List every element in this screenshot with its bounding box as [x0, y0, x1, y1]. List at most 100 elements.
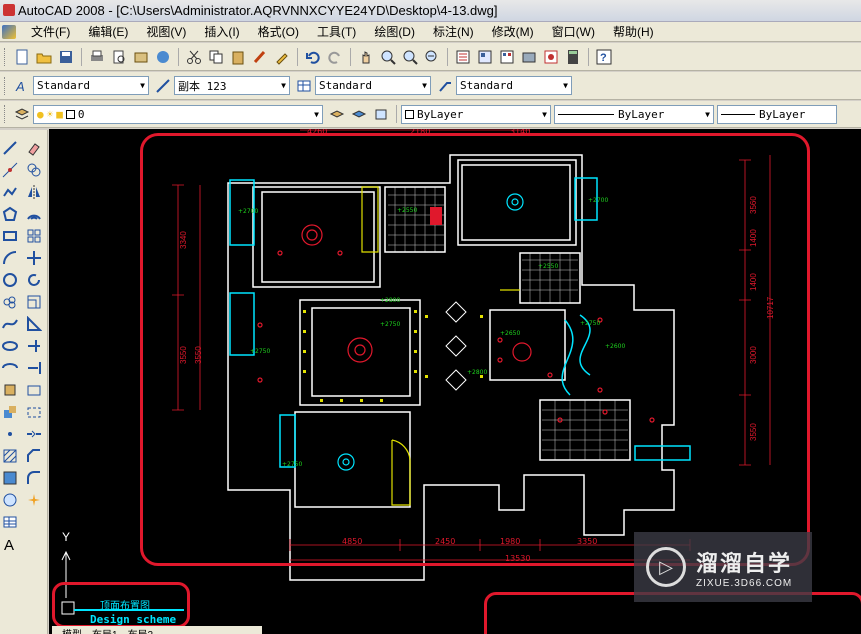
linetype-select[interactable]: ByLayer ▼ — [554, 104, 714, 124]
trim-icon[interactable] — [24, 336, 44, 356]
toolbar-grip[interactable] — [4, 76, 7, 95]
menu-view[interactable]: 视图(V) — [137, 22, 195, 42]
sheet-set-icon[interactable] — [519, 47, 539, 67]
save-icon[interactable] — [56, 47, 76, 67]
rotate-icon[interactable] — [24, 270, 44, 290]
toolbar-separator — [297, 47, 298, 66]
properties-icon[interactable] — [453, 47, 473, 67]
menu-help[interactable]: 帮助(H) — [604, 22, 663, 42]
menu-modify[interactable]: 修改(M) — [483, 22, 543, 42]
match-properties-icon[interactable] — [250, 47, 270, 67]
multileader-style-select[interactable]: Standard ▼ — [456, 76, 572, 95]
polyline-icon[interactable] — [0, 182, 20, 202]
color-select[interactable]: ByLayer ▼ — [401, 104, 551, 124]
make-block-icon[interactable] — [0, 402, 20, 422]
line-icon[interactable] — [0, 138, 20, 158]
table-style-icon[interactable] — [294, 76, 314, 96]
plot-3d-icon[interactable] — [153, 47, 173, 67]
explode-icon[interactable] — [24, 490, 44, 510]
print-icon[interactable] — [87, 47, 107, 67]
lineweight-value: ByLayer — [759, 107, 806, 121]
move-icon[interactable] — [24, 248, 44, 268]
chamfer-icon[interactable] — [24, 446, 44, 466]
spline-icon[interactable] — [0, 314, 20, 334]
toolbar-grip[interactable] — [4, 47, 7, 66]
multiline-text-icon[interactable]: A — [0, 534, 20, 554]
text-style-icon[interactable]: A — [12, 76, 32, 96]
hatch-icon[interactable] — [0, 446, 20, 466]
tool-palettes-icon[interactable] — [497, 47, 517, 67]
join-icon[interactable] — [24, 424, 44, 444]
region-icon[interactable] — [0, 490, 20, 510]
tab-model[interactable]: 模型 — [62, 626, 82, 634]
lineweight-select[interactable]: ByLayer — [717, 104, 837, 124]
erase-icon[interactable] — [24, 138, 44, 158]
scale-icon[interactable] — [24, 292, 44, 312]
cut-icon[interactable] — [184, 47, 204, 67]
gradient-icon[interactable] — [0, 468, 20, 488]
calculator-icon[interactable] — [563, 47, 583, 67]
break-at-point-icon[interactable] — [24, 380, 44, 400]
fillet-icon[interactable] — [24, 468, 44, 488]
layer-states-icon[interactable] — [371, 104, 391, 124]
table-icon[interactable] — [0, 512, 20, 532]
design-center-icon[interactable] — [475, 47, 495, 67]
circle-icon[interactable] — [0, 270, 20, 290]
insert-block-icon[interactable] — [0, 380, 20, 400]
text-style-select[interactable]: Standard ▼ — [33, 76, 149, 95]
multileader-style-icon[interactable] — [435, 76, 455, 96]
layer-manager-icon[interactable] — [12, 104, 32, 124]
redo-icon[interactable] — [325, 47, 345, 67]
menu-insert[interactable]: 插入(I) — [195, 22, 248, 42]
menu-window[interactable]: 窗口(W) — [543, 22, 604, 42]
toolbar-grip[interactable] — [4, 105, 7, 123]
markup-icon[interactable] — [541, 47, 561, 67]
menu-dimension[interactable]: 标注(N) — [424, 22, 483, 42]
copy-object-icon[interactable] — [24, 160, 44, 180]
make-current-layer-icon[interactable] — [327, 104, 347, 124]
menu-file[interactable]: 文件(F) — [22, 22, 79, 42]
dimension-style-icon[interactable] — [153, 76, 173, 96]
layer-select[interactable]: ● ☀ ■ 0 ▼ — [33, 104, 323, 124]
pan-icon[interactable] — [356, 47, 376, 67]
copy-icon[interactable] — [206, 47, 226, 67]
layer-previous-icon[interactable] — [349, 104, 369, 124]
paste-icon[interactable] — [228, 47, 248, 67]
block-editor-icon[interactable] — [272, 47, 292, 67]
document-icon[interactable] — [2, 24, 16, 39]
arc-icon[interactable] — [0, 248, 20, 268]
print-preview-icon[interactable] — [109, 47, 129, 67]
menu-tools[interactable]: 工具(T) — [308, 22, 365, 42]
extend-icon[interactable] — [24, 358, 44, 378]
menu-format[interactable]: 格式(O) — [249, 22, 308, 42]
tab-layout1[interactable]: 布局1 — [92, 626, 118, 634]
stretch-icon[interactable] — [24, 314, 44, 334]
rectangle-icon[interactable] — [0, 226, 20, 246]
revision-cloud-icon[interactable] — [0, 292, 20, 312]
sun-icon: ☀ — [46, 107, 54, 121]
ellipse-arc-icon[interactable] — [0, 358, 20, 378]
mirror-icon[interactable] — [24, 182, 44, 202]
undo-icon[interactable] — [303, 47, 323, 67]
zoom-window-icon[interactable] — [400, 47, 420, 67]
open-folder-icon[interactable] — [34, 47, 54, 67]
point-icon[interactable] — [0, 424, 20, 444]
svg-text:?: ? — [600, 52, 607, 64]
menu-edit[interactable]: 编辑(E) — [79, 22, 137, 42]
menu-draw[interactable]: 绘图(D) — [365, 22, 424, 42]
ellipse-icon[interactable] — [0, 336, 20, 356]
array-icon[interactable] — [24, 226, 44, 246]
construction-line-icon[interactable] — [0, 160, 20, 180]
table-style-select[interactable]: Standard ▼ — [315, 76, 431, 95]
chevron-down-icon: ▼ — [281, 81, 286, 90]
dimension-style-select[interactable]: 副本 123 ▼ — [174, 76, 290, 95]
help-icon[interactable]: ? — [594, 47, 614, 67]
offset-icon[interactable] — [24, 204, 44, 224]
break-icon[interactable] — [24, 402, 44, 422]
tab-layout2[interactable]: 布局2 — [128, 626, 154, 634]
publish-icon[interactable] — [131, 47, 151, 67]
new-file-icon[interactable] — [12, 47, 32, 67]
zoom-realtime-icon[interactable] — [378, 47, 398, 67]
polygon-icon[interactable] — [0, 204, 20, 224]
zoom-previous-icon[interactable] — [422, 47, 442, 67]
